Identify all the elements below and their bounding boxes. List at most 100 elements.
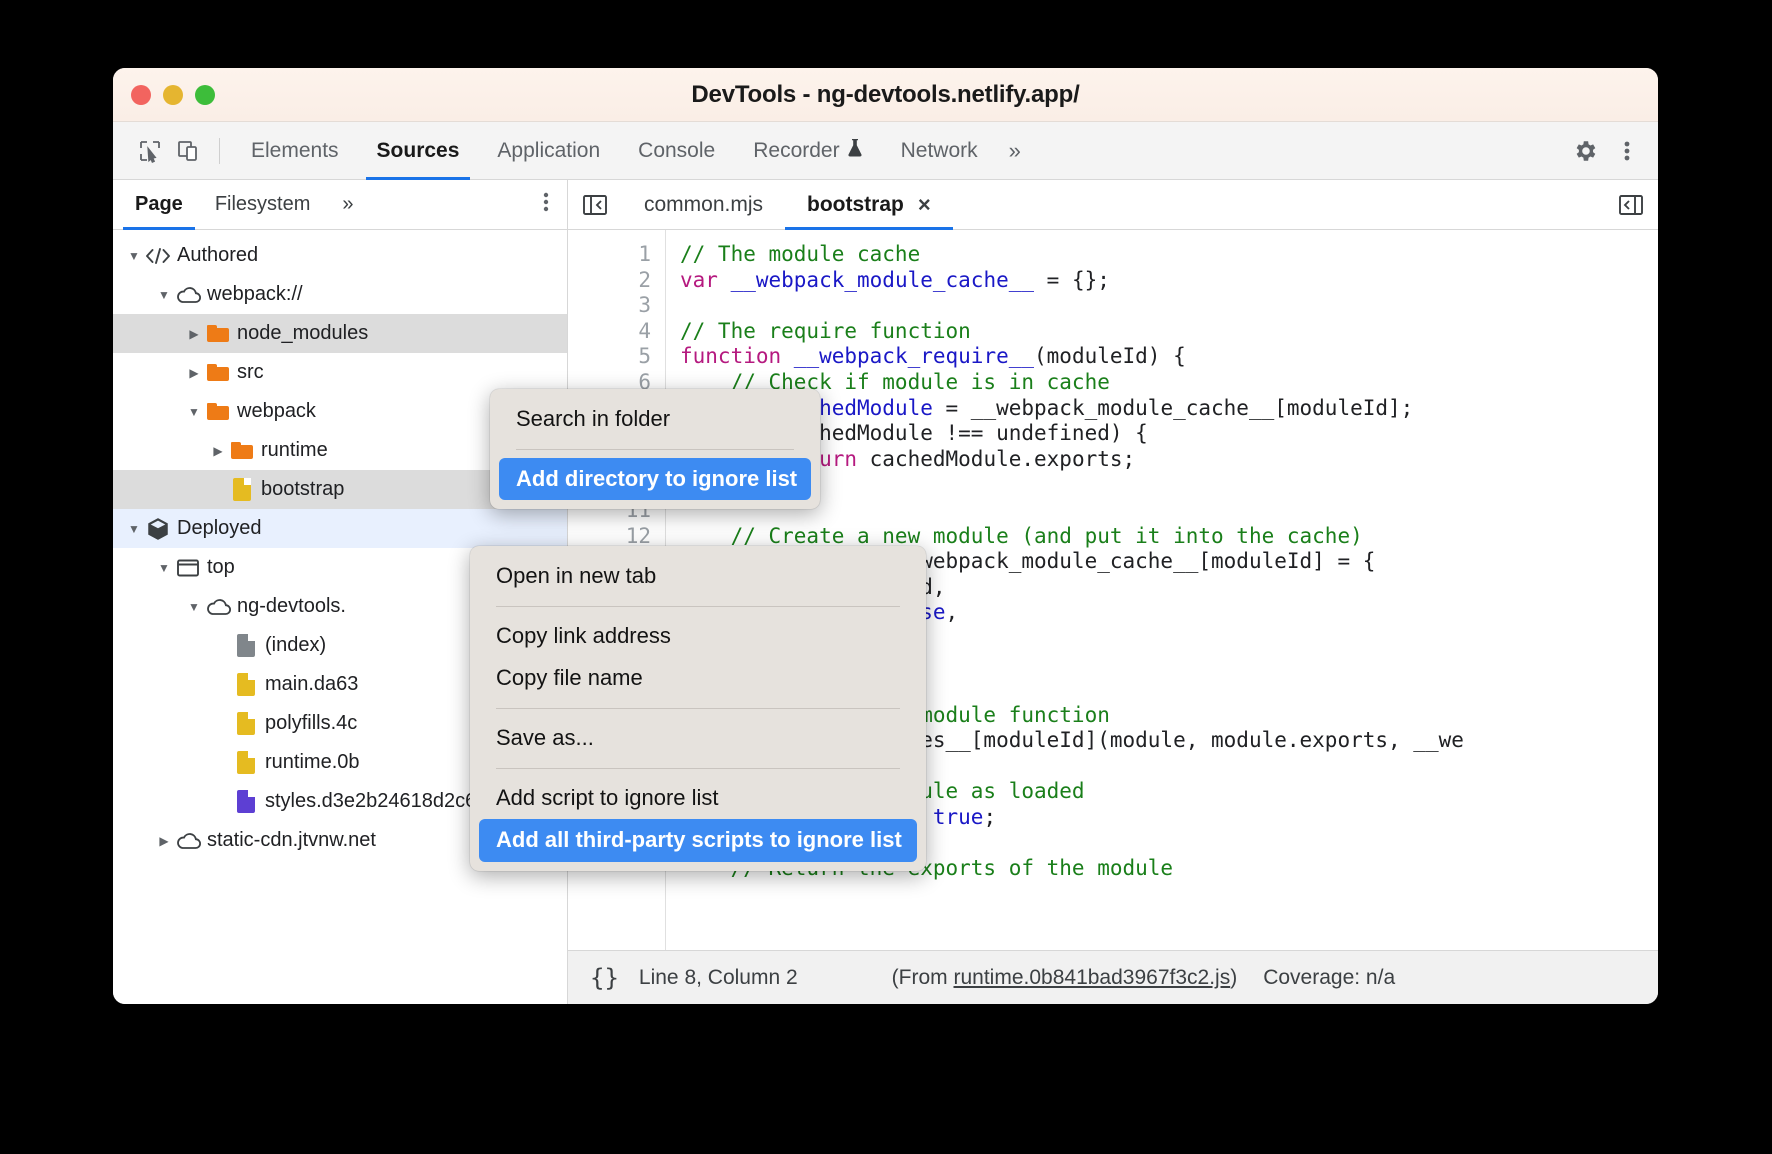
folder-icon <box>203 403 233 420</box>
tab-filesystem-label: Filesystem <box>215 193 311 216</box>
tree-label-main-js: main.da63 <box>265 673 358 696</box>
chevron-right-icon[interactable] <box>185 327 203 341</box>
file-yellow-icon <box>231 673 261 696</box>
tree-label-top: top <box>207 556 235 579</box>
folder-icon <box>227 442 257 459</box>
toolbar-overflow-chevron-icon[interactable]: » <box>997 138 1033 164</box>
tree-label-polyfills-js: polyfills.4c <box>265 712 357 735</box>
pretty-print-icon[interactable]: {} <box>590 964 619 992</box>
tree-label-index: (index) <box>265 634 326 657</box>
tab-page-label: Page <box>135 193 183 216</box>
menu-item-copy-link-address[interactable]: Copy link address <box>470 615 926 658</box>
navigator-overflow-chevron-icon[interactable]: » <box>326 180 369 229</box>
code-token: = __webpack_module_cache__[moduleId]; <box>933 396 1413 420</box>
file-context-menu[interactable]: Open in new tab Copy link address Copy f… <box>470 546 926 871</box>
menu-item-add-script-to-ignore-list[interactable]: Add script to ignore list <box>470 777 926 820</box>
chevron-down-icon[interactable] <box>185 405 203 419</box>
tree-label-node-modules: node_modules <box>237 322 368 345</box>
device-toolbar-icon[interactable] <box>169 132 207 170</box>
devtools-window: DevTools - ng-devtools.netlify.app/ Elem… <box>113 68 1658 1004</box>
code-token: __webpack_module_cache__ <box>731 268 1034 292</box>
menu-item-add-directory-to-ignore-list[interactable]: Add directory to ignore list <box>499 458 811 501</box>
editor-status-bar: {} Line 8, Column 2 (From runtime.0b841b… <box>568 950 1658 1004</box>
chevron-down-icon[interactable] <box>155 288 173 302</box>
tree-row-deployed[interactable]: Deployed <box>113 509 567 548</box>
toolbar-right-actions <box>1566 132 1646 170</box>
window-icon <box>173 558 203 578</box>
navigator-tab-list: Page Filesystem » <box>113 180 567 230</box>
source-origin-link[interactable]: runtime.0b841bad3967f3c2.js <box>954 966 1231 989</box>
code-token: cachedModule.exports; <box>857 447 1135 471</box>
more-vertical-icon[interactable] <box>1608 132 1646 170</box>
tree-label-deployed: Deployed <box>177 517 262 540</box>
show-debugger-icon[interactable] <box>1604 193 1658 217</box>
tree-label-webpack-origin: webpack:// <box>207 283 303 306</box>
tab-application-label: Application <box>497 139 600 163</box>
source-origin: (From runtime.0b841bad3967f3c2.js) <box>892 966 1238 990</box>
tab-filesystem[interactable]: Filesystem <box>199 180 327 229</box>
tab-console-label: Console <box>638 139 715 163</box>
menu-item-search-in-folder[interactable]: Search in folder <box>490 398 820 441</box>
tab-application[interactable]: Application <box>478 122 619 179</box>
inspect-element-icon[interactable] <box>131 132 169 170</box>
tree-row-webpack-origin[interactable]: webpack:// <box>113 275 567 314</box>
menu-item-save-as[interactable]: Save as... <box>470 717 926 760</box>
code-token: = {}; <box>1034 268 1110 292</box>
tab-console[interactable]: Console <box>619 122 734 179</box>
editor-tab-bootstrap[interactable]: bootstrap × <box>785 180 953 229</box>
code-token: (moduleId) { <box>1034 344 1186 368</box>
editor-tab-strip: common.mjs bootstrap × <box>568 180 1658 230</box>
tab-sources[interactable]: Sources <box>358 122 479 179</box>
tree-label-runtime-js: runtime.0b <box>265 751 360 774</box>
editor-tab-common-mjs-label: common.mjs <box>644 193 763 217</box>
experiment-flask-icon <box>847 138 863 164</box>
close-icon[interactable]: × <box>918 192 931 218</box>
chevron-down-icon[interactable] <box>125 249 143 263</box>
code-line <box>680 293 1658 319</box>
chevron-down-icon[interactable] <box>155 561 173 575</box>
chevron-down-icon[interactable] <box>185 600 203 614</box>
tree-row-authored[interactable]: Authored <box>113 236 567 275</box>
tab-page[interactable]: Page <box>119 180 199 229</box>
code-token: true <box>933 805 984 829</box>
code-line: function __webpack_require__(moduleId) { <box>680 344 1658 370</box>
chevron-right-icon[interactable] <box>185 366 203 380</box>
gear-icon[interactable] <box>1566 132 1604 170</box>
cloud-icon <box>173 832 203 849</box>
code-brackets-icon <box>143 247 173 265</box>
source-origin-suffix: ) <box>1230 966 1237 989</box>
menu-item-add-all-third-party-scripts-to-ignore-list[interactable]: Add all third-party scripts to ignore li… <box>479 819 917 862</box>
navigator-more-vertical-icon[interactable] <box>525 191 567 218</box>
panel-tab-list: Elements Sources Application Console Rec… <box>232 122 1033 179</box>
file-gray-icon <box>231 634 261 657</box>
tree-row-src[interactable]: src <box>113 353 567 392</box>
menu-item-open-in-new-tab[interactable]: Open in new tab <box>470 555 926 598</box>
chevron-down-icon[interactable] <box>125 522 143 536</box>
tree-row-node-modules[interactable]: node_modules <box>113 314 567 353</box>
menu-item-copy-file-name[interactable]: Copy file name <box>470 657 926 700</box>
editor-tab-common-mjs[interactable]: common.mjs <box>622 180 785 229</box>
code-token: // The require function <box>680 319 971 343</box>
code-line: // The require function <box>680 319 1658 345</box>
code-line: return cachedModule.exports; <box>680 447 1658 473</box>
file-yellow-icon <box>231 751 261 774</box>
file-purple-icon <box>231 790 261 813</box>
file-yellow-icon <box>231 712 261 735</box>
code-line: // The module cache <box>680 242 1658 268</box>
tree-label-src: src <box>237 361 264 384</box>
menu-divider <box>516 449 794 450</box>
chevron-right-icon[interactable] <box>155 834 173 848</box>
chevron-right-icon[interactable] <box>209 444 227 458</box>
tab-network[interactable]: Network <box>882 122 997 179</box>
tab-sources-label: Sources <box>377 139 460 163</box>
code-token: __webpack_require__ <box>794 344 1034 368</box>
editor-tab-bootstrap-label: bootstrap <box>807 193 904 217</box>
show-navigator-icon[interactable] <box>568 193 622 217</box>
tab-recorder[interactable]: Recorder <box>734 122 881 179</box>
toolbar-divider <box>219 138 220 164</box>
tree-label-bootstrap: bootstrap <box>261 478 344 501</box>
tab-elements[interactable]: Elements <box>232 122 358 179</box>
source-origin-prefix: (From <box>892 966 954 989</box>
tab-elements-label: Elements <box>251 139 339 163</box>
folder-context-menu[interactable]: Search in folder Add directory to ignore… <box>490 389 820 509</box>
